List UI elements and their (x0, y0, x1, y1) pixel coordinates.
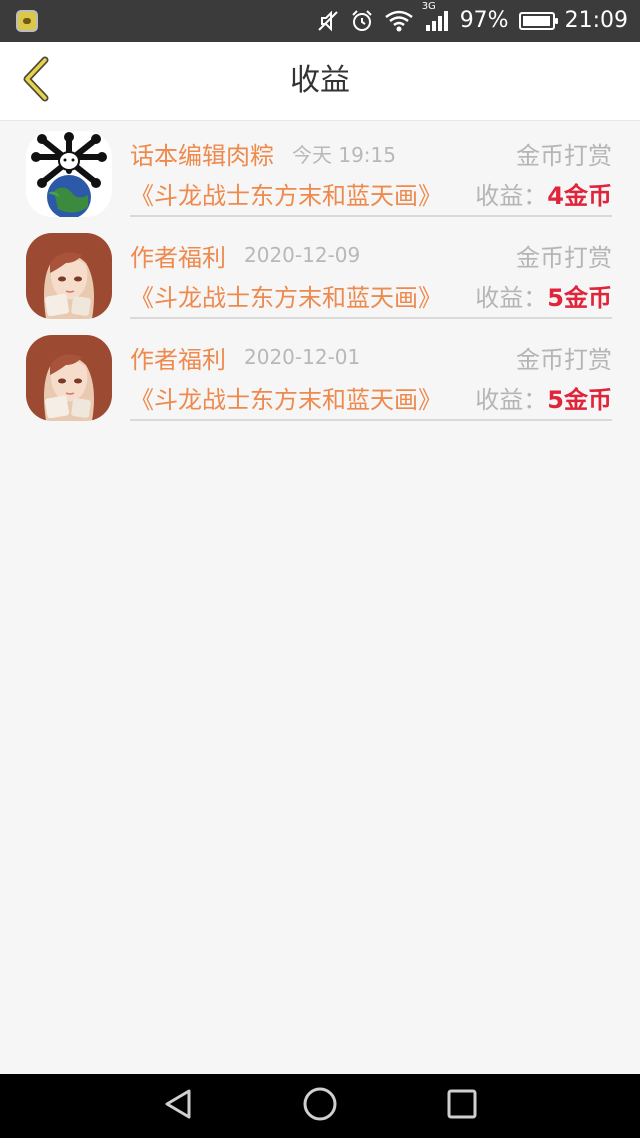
income-value: 5金币 (547, 283, 612, 312)
battery-percent: 97% (459, 8, 509, 33)
list-item[interactable]: 作者福利 2020-12-01 金币打赏 《斗龙战士东方末和蓝天画》 收益： 5… (0, 325, 640, 427)
list-item[interactable]: 作者福利 2020-12-09 金币打赏 《斗龙战士东方末和蓝天画》 收益： 5… (0, 223, 640, 325)
book-title: 《斗龙战士东方末和蓝天画》 (130, 385, 442, 414)
circle-home-icon (302, 1086, 338, 1126)
record-time: 2020-12-09 (244, 243, 361, 267)
square-recents-icon (445, 1087, 479, 1125)
book-title: 《斗龙战士东方末和蓝天画》 (130, 181, 442, 210)
app-notification-icon (16, 10, 38, 32)
income: 收益： 5金币 (475, 380, 612, 415)
status-icons: 3G 97% 21:09 (316, 0, 628, 42)
nav-recents-button[interactable] (442, 1086, 482, 1126)
page-title: 收益 (290, 63, 350, 98)
battery-icon (518, 12, 558, 30)
record-type: 金币打赏 (516, 141, 612, 170)
book-title: 《斗龙战士东方末和蓝天画》 (130, 283, 442, 312)
status-bar: 3G 97% 21:09 (0, 0, 640, 42)
sender-name: 话本编辑肉粽 (130, 141, 274, 170)
avatar (26, 131, 112, 217)
sender-name: 作者福利 (130, 243, 226, 272)
network-type: 3G (421, 1, 436, 12)
record-body: 话本编辑肉粽 今天 19:15 金币打赏 《斗龙战士东方末和蓝天画》 收益： 4… (130, 121, 612, 217)
record-time: 2020-12-01 (244, 345, 361, 369)
income-label: 收益： (475, 385, 548, 414)
income: 收益： 4金币 (475, 176, 612, 211)
clock: 21:09 (564, 8, 628, 33)
income-label: 收益： (475, 283, 548, 312)
cell-signal-icon: 3G (422, 1, 450, 33)
header: 收益 (0, 42, 640, 121)
record-type: 金币打赏 (516, 345, 612, 374)
nav-back-button[interactable] (158, 1086, 198, 1126)
income-value: 5金币 (547, 385, 612, 414)
income-label: 收益： (475, 181, 548, 210)
income-value: 4金币 (547, 181, 612, 210)
record-body: 作者福利 2020-12-01 金币打赏 《斗龙战士东方末和蓝天画》 收益： 5… (130, 325, 612, 421)
system-nav-bar (0, 1074, 640, 1138)
nav-home-button[interactable] (300, 1086, 340, 1126)
record-body: 作者福利 2020-12-09 金币打赏 《斗龙战士东方末和蓝天画》 收益： 5… (130, 223, 612, 319)
sender-name: 作者福利 (130, 345, 226, 374)
avatar (26, 233, 112, 319)
record-type: 金币打赏 (516, 243, 612, 272)
wifi-icon (384, 9, 414, 33)
list-item[interactable]: 话本编辑肉粽 今天 19:15 金币打赏 《斗龙战士东方末和蓝天画》 收益： 4… (0, 121, 640, 223)
triangle-back-icon (161, 1087, 195, 1125)
income: 收益： 5金币 (475, 278, 612, 313)
alarm-icon (350, 9, 374, 33)
mute-icon (316, 9, 340, 33)
record-time: 今天 19:15 (292, 142, 396, 167)
avatar (26, 335, 112, 421)
income-list: 话本编辑肉粽 今天 19:15 金币打赏 《斗龙战士东方末和蓝天画》 收益： 4… (0, 121, 640, 427)
